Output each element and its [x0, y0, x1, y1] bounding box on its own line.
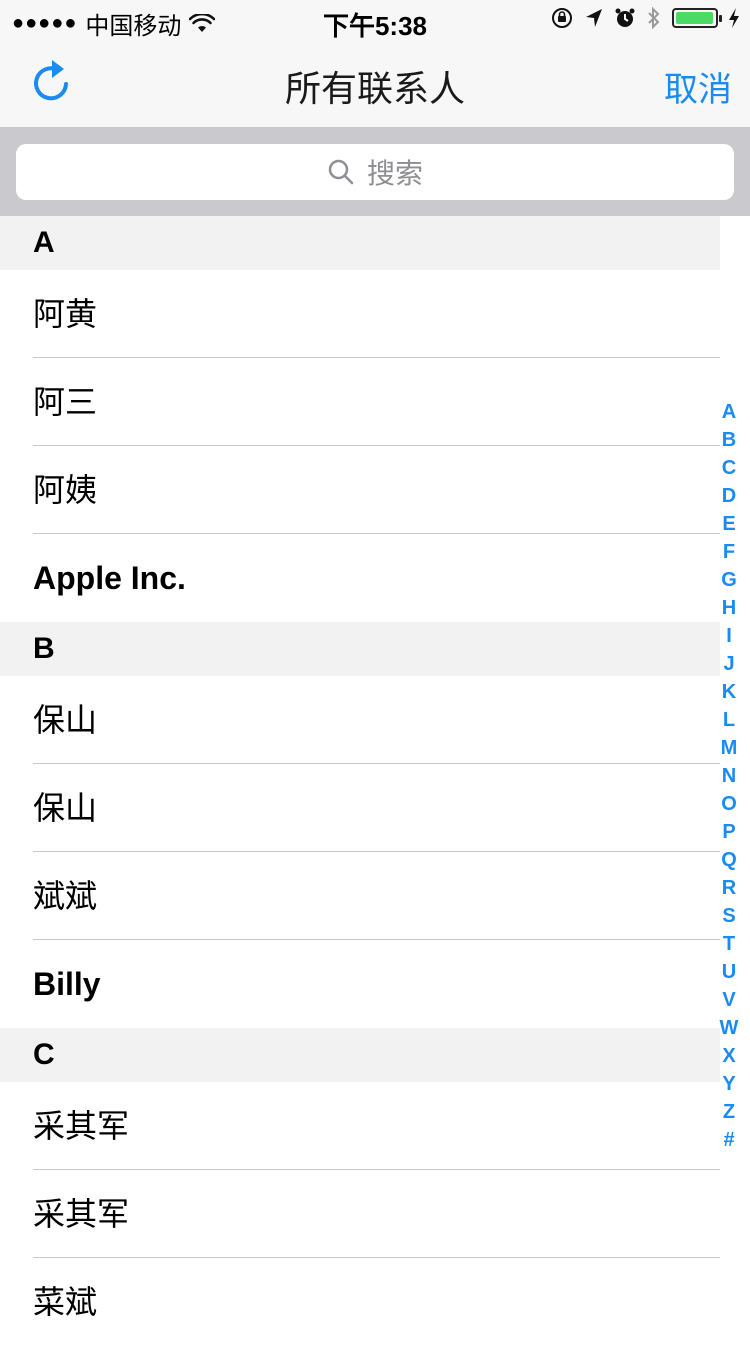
- alarm-icon: [615, 8, 635, 27]
- contact-row[interactable]: 保山: [0, 764, 720, 852]
- contact-row[interactable]: 采其军: [0, 1170, 720, 1258]
- page-title: 所有联系人: [284, 68, 465, 109]
- index-letter-m[interactable]: M: [721, 734, 738, 762]
- battery-level: [676, 12, 713, 24]
- index-letter-o[interactable]: O: [721, 790, 737, 818]
- search-bar: 搜索: [0, 128, 750, 216]
- contact-row[interactable]: 阿三: [0, 358, 720, 446]
- bluetooth-icon: [648, 6, 660, 30]
- index-letter-g[interactable]: G: [721, 566, 737, 594]
- contact-name: 阿黄: [33, 296, 98, 332]
- index-letter-hash[interactable]: #: [723, 1126, 734, 1154]
- index-letter-t[interactable]: T: [723, 930, 735, 958]
- contact-name: 阿三: [33, 384, 98, 420]
- index-letter-q[interactable]: Q: [721, 846, 737, 874]
- index-letter-n[interactable]: N: [722, 762, 736, 790]
- contact-name: 斌斌: [33, 878, 98, 914]
- index-letter-j[interactable]: J: [723, 650, 734, 678]
- index-letter-h[interactable]: H: [722, 594, 736, 622]
- index-letter-s[interactable]: S: [722, 902, 735, 930]
- contact-row[interactable]: Billy: [0, 940, 720, 1028]
- contact-row[interactable]: 菜斌: [0, 1258, 720, 1346]
- contact-name: 采其军: [33, 1108, 130, 1144]
- contact-row[interactable]: 斌斌: [0, 852, 720, 940]
- contact-row[interactable]: 保山: [0, 676, 720, 764]
- contact-name: 保山: [33, 790, 98, 826]
- navigation-bar: 所有联系人 取消: [0, 40, 750, 128]
- index-letter-c[interactable]: C: [722, 454, 736, 482]
- status-bar: ●●●●● 中国移动 下午5:38: [0, 0, 750, 41]
- charging-bolt-icon: [729, 8, 739, 28]
- contact-name: Apple Inc.: [33, 560, 186, 596]
- index-letter-w[interactable]: W: [720, 1014, 739, 1042]
- rotation-lock-icon: [552, 8, 572, 28]
- index-letter-v[interactable]: V: [722, 986, 735, 1014]
- index-letter-z[interactable]: Z: [723, 1098, 735, 1126]
- location-arrow-icon: [586, 9, 602, 27]
- contact-name: Billy: [33, 966, 101, 1002]
- index-letter-f[interactable]: F: [723, 538, 735, 566]
- index-letter-e[interactable]: E: [722, 510, 735, 538]
- index-letter-k[interactable]: K: [722, 678, 736, 706]
- index-letter-y[interactable]: Y: [722, 1070, 735, 1098]
- section-header-b: B: [0, 622, 720, 676]
- contact-name: 采其军: [33, 1196, 130, 1232]
- search-icon: [328, 159, 354, 185]
- battery-cap: [719, 15, 722, 22]
- index-letter-p[interactable]: P: [722, 818, 735, 846]
- search-input[interactable]: 搜索: [16, 144, 734, 200]
- contact-name: 阿姨: [33, 472, 98, 508]
- index-letter-r[interactable]: R: [722, 874, 736, 902]
- index-letter-x[interactable]: X: [722, 1042, 735, 1070]
- index-letter-u[interactable]: U: [722, 958, 736, 986]
- section-header-a: A: [0, 216, 720, 270]
- battery-icon: [672, 8, 722, 28]
- section-header-c: C: [0, 1028, 720, 1082]
- status-right: [550, 6, 740, 30]
- index-letter-l[interactable]: L: [723, 706, 735, 734]
- contact-row[interactable]: Apple Inc.: [0, 534, 720, 622]
- index-letter-a[interactable]: A: [722, 398, 736, 426]
- contact-row[interactable]: 采其军: [0, 1082, 720, 1170]
- contact-row[interactable]: 阿黄: [0, 270, 720, 358]
- contact-name: 菜斌: [33, 1284, 98, 1320]
- cancel-button[interactable]: 取消: [664, 62, 732, 111]
- section-index[interactable]: A B C D E F G H I J K L M N O P Q R S T U V W X Y Z #: [714, 398, 744, 1154]
- index-letter-b[interactable]: B: [722, 426, 736, 454]
- contact-name: 保山: [33, 702, 98, 738]
- contact-row[interactable]: 阿姨: [0, 446, 720, 534]
- search-placeholder: 搜索: [366, 158, 423, 189]
- contacts-list[interactable]: A 阿黄 阿三 阿姨 Apple Inc. B 保山 保山 斌斌 Billy C 采其军 采其军 菜斌: [0, 216, 750, 1346]
- index-letter-i[interactable]: I: [726, 622, 732, 650]
- index-letter-d[interactable]: D: [722, 482, 736, 510]
